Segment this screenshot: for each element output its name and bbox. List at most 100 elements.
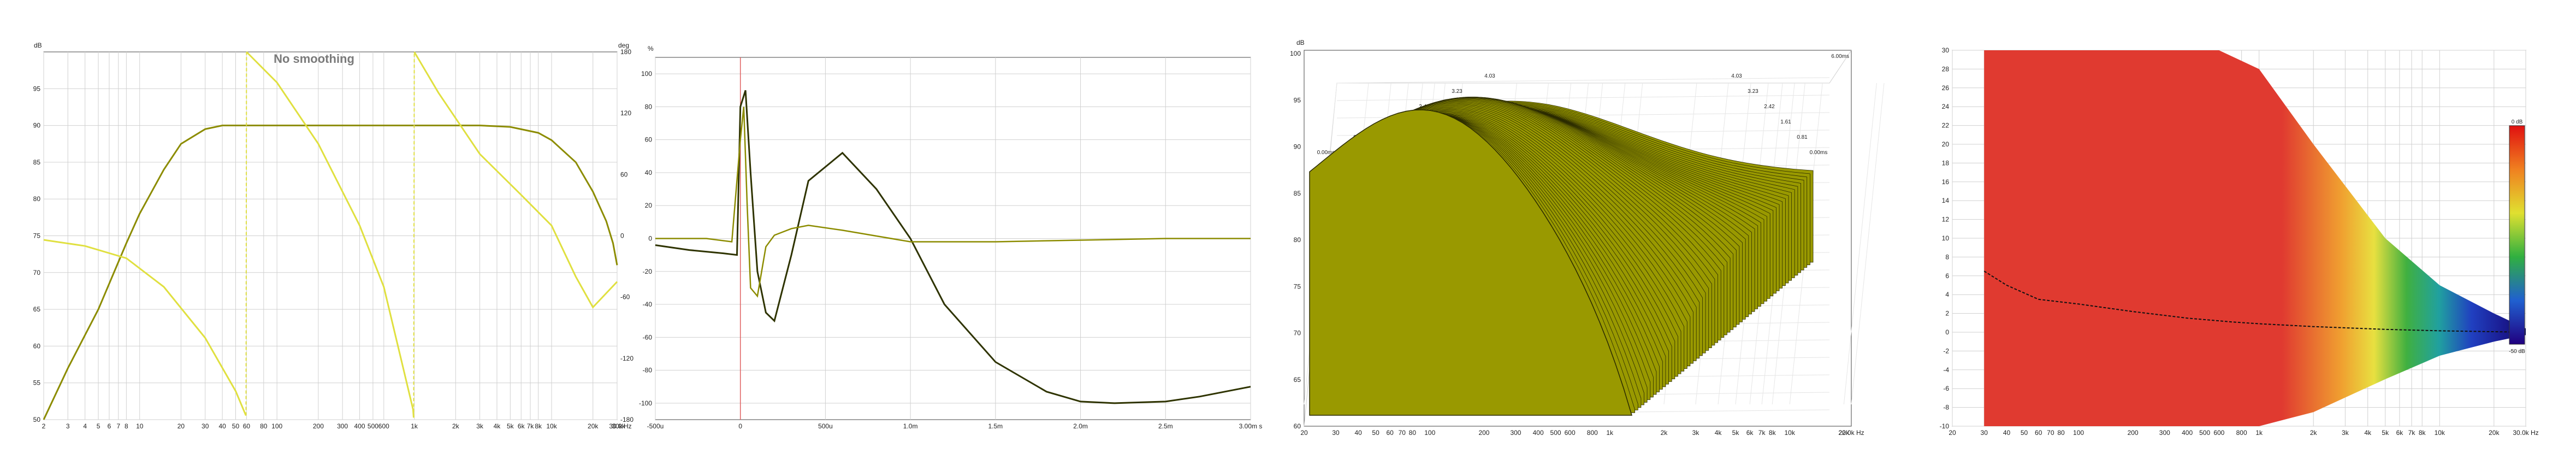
y2-tick-label: 120: [620, 109, 631, 117]
y-tick-label: 16: [1942, 178, 1950, 186]
y-tick-label: 6: [1945, 272, 1949, 280]
x-tick-label: 10: [136, 422, 144, 430]
x-tick-label: 100: [1424, 429, 1435, 437]
x-tick-label: 0: [738, 422, 742, 430]
y-tick-label: 100: [1290, 50, 1301, 57]
x-tick-label: 1k: [2255, 429, 2263, 437]
x-tick-label: 300: [1510, 429, 1521, 437]
y-tick-label: 80: [645, 103, 653, 110]
x-tick-label: 20k: [588, 422, 599, 430]
y-tick-label: 50: [33, 416, 41, 423]
x-tick-label: 1k: [1606, 429, 1614, 437]
x-tick-label: 1k: [411, 422, 418, 430]
x-tick-label: 6k: [518, 422, 525, 430]
x-tick-label: 8: [125, 422, 128, 430]
x-tick-label: 400: [2182, 429, 2193, 437]
waterfall-panel: 20 30 40 50 60 70 80 100 200 300 400 500 600 800 1k 2k 3…: [1290, 39, 1885, 437]
x-tick-label: 3: [66, 422, 70, 430]
x-tick-label: 50: [1372, 429, 1379, 437]
spectrogram-panel: 20 30 40 50 60 70 80 100 200 300 400 500 600 800 1k 2k 3…: [1940, 46, 2539, 437]
x-tick-label: 2k: [1661, 429, 1668, 437]
x-tick-label: 20: [1300, 429, 1308, 437]
y-tick-label: -8: [1943, 404, 1949, 411]
y-tick-label: 8: [1945, 253, 1949, 261]
y-tick-label: 14: [1942, 197, 1950, 204]
x-tick-label: 8k: [1769, 429, 1776, 437]
y-tick-label: 55: [33, 379, 41, 387]
x-tick-label: 20k: [2489, 429, 2500, 437]
x-tick-label: 100: [271, 422, 282, 430]
y-tick-label: -60: [643, 333, 653, 341]
y-tick-label: 12: [1942, 216, 1950, 223]
time-tick-label: 4.03: [1484, 73, 1495, 79]
x-tick-label: 1.5m: [988, 422, 1003, 430]
x-tick-label: -500u: [647, 422, 664, 430]
time-tick-label: 0.00ms: [1810, 150, 1828, 156]
x-tick-label: 6k: [1746, 429, 1754, 437]
x-tick-label: 30.0k Hz: [2513, 429, 2538, 437]
frequency-response-panel: 2 3 4 5 6 7 8 10 20 30 40 50 60 80 100 200 300 400 500 600 1…: [33, 42, 634, 430]
x-tick-label: 3k: [1692, 429, 1700, 437]
x-tick-label: 2k: [452, 422, 460, 430]
x-tick-label: 40: [2003, 429, 2011, 437]
x-tick-label: 500: [2199, 429, 2210, 437]
x-tick-label: 40: [1354, 429, 1362, 437]
x-tick-label: 600: [378, 422, 389, 430]
y-tick-label: -6: [1943, 385, 1949, 392]
y-tick-label: -4: [1943, 366, 1949, 374]
x-tick-label: 5k: [507, 422, 514, 430]
x-tick-label: 800: [2236, 429, 2247, 437]
y-tick-label: -10: [1940, 422, 1950, 430]
y-tick-label: 18: [1942, 159, 1950, 167]
y-tick-label: -80: [643, 367, 653, 374]
y-tick-label: 80: [1294, 236, 1301, 244]
y-tick-label: 90: [33, 122, 41, 129]
time-tick-label: 1.61: [1780, 119, 1791, 125]
y-tick-label: 40: [645, 169, 653, 176]
colorbar-bottom-label: -50 dB: [2509, 349, 2525, 355]
x-tick-label: 500: [1550, 429, 1561, 437]
y-tick-label: -20: [643, 268, 653, 275]
x-tick-label: 800: [1587, 429, 1598, 437]
y-tick-label: 20: [1942, 140, 1950, 148]
y-unit-label: dB: [1296, 39, 1305, 46]
y-tick-label: 75: [1294, 282, 1301, 290]
x-tick-label: 22.0k Hz: [1838, 429, 1864, 437]
depth-gridline: [1851, 83, 1885, 405]
x-tick-label: 4k: [494, 422, 501, 430]
time-tick-label: 0.81: [1797, 134, 1808, 140]
y-tick-label: 28: [1942, 65, 1950, 73]
x-tick-label: 50: [2021, 429, 2028, 437]
x-tick-label: 200: [313, 422, 324, 430]
y-tick-label: 70: [33, 269, 41, 276]
x-tick-label: 7k: [1758, 429, 1766, 437]
time-tick-label: 4.03: [1731, 73, 1742, 79]
x-tick-label: 5: [97, 422, 100, 430]
x-tick-label: 5k: [2382, 429, 2389, 437]
y-tick-label: -100: [639, 399, 652, 407]
x-tick-label: 4k: [1715, 429, 1722, 437]
x-tick-label: 600: [2213, 429, 2224, 437]
y-tick-label: 65: [33, 305, 41, 313]
y-tick-label: 0: [1945, 328, 1949, 336]
x-tick-label: 40: [218, 422, 226, 430]
x-tick-label: 80: [1409, 429, 1417, 437]
y-tick-label: 60: [33, 342, 41, 350]
y-tick-label: 4: [1945, 291, 1949, 298]
y-tick-label: 70: [1294, 329, 1301, 337]
y-tick-label: 26: [1942, 84, 1950, 92]
y-tick-label: 0: [648, 235, 652, 243]
y-tick-label: 60: [1294, 422, 1301, 430]
x-tick-label: 60: [2035, 429, 2042, 437]
y-tick-label: 95: [1294, 96, 1301, 104]
x-tick-label: 4: [83, 422, 87, 430]
time-tick-label: 2.42: [1764, 104, 1775, 110]
x-tick-label: 7: [116, 422, 120, 430]
x-tick-label: 30: [1332, 429, 1340, 437]
x-tick-label: 1.0m: [903, 422, 918, 430]
figure-canvas: 2 3 4 5 6 7 8 10 20 30 40 50 60 80 100 200 300 400 500 600 1…: [33, 39, 2539, 437]
y2-tick-label: 60: [620, 170, 628, 178]
x-tick-label: 7k: [527, 422, 535, 430]
x-tick-label: 60: [1387, 429, 1394, 437]
x-tick-label: 7k: [2408, 429, 2416, 437]
